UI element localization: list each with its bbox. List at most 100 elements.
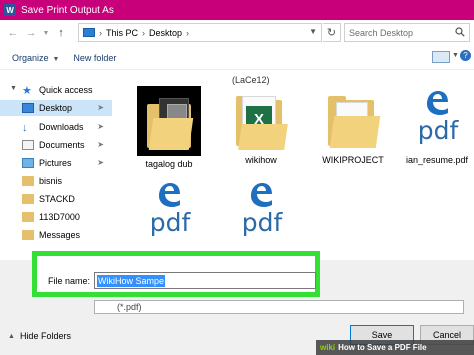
- search-icon: [455, 27, 465, 37]
- folder-icon: [22, 194, 34, 204]
- sidebar-item-pictures[interactable]: Pictures ➤: [0, 155, 112, 171]
- change-view-icon[interactable]: [432, 51, 450, 63]
- sidebar-item-113d7000[interactable]: 113D7000: [0, 209, 112, 225]
- sidebar-item-downloads[interactable]: ↓ Downloads ➤: [0, 119, 112, 135]
- chevron-down-icon[interactable]: ▼: [452, 52, 459, 59]
- file-label: WIKIPROJECT: [322, 155, 384, 165]
- arrow-up-icon: ↑: [58, 27, 64, 39]
- wikihow-logo: wiki: [320, 343, 336, 352]
- edge-logo-icon: [159, 183, 180, 207]
- chevron-up-icon: ▲: [8, 332, 15, 340]
- sidebar-item-label: Quick access: [39, 85, 93, 95]
- sidebar-item-label: 113D7000: [39, 212, 80, 222]
- recent-locations-button[interactable]: ▼: [42, 24, 50, 42]
- chevron-down-icon: ▼: [50, 55, 60, 63]
- sidebar-item-stackd[interactable]: STACKD: [0, 191, 112, 207]
- file-label: ian_resume.pdf: [405, 155, 469, 165]
- folder-thumbnail-icon: [137, 86, 201, 156]
- organize-button[interactable]: Organize ▼: [12, 53, 59, 63]
- sidebar-item-label: bisnis: [39, 176, 63, 186]
- pin-icon: ➤: [97, 140, 104, 149]
- edge-logo-icon: [427, 91, 448, 115]
- chevron-down-icon: ▼: [42, 29, 50, 37]
- sidebar-item-label: Documents: [39, 140, 85, 150]
- address-bar: ← → ▼ ↑ › This PC › Desktop › ▼ ↻ Search…: [0, 20, 474, 46]
- pdf-icon: pdf: [230, 178, 292, 244]
- sidebar-item-label: Downloads: [39, 122, 84, 132]
- pdf-icon: pdf: [406, 86, 468, 152]
- sidebar-item-quick-access[interactable]: ▼ ★ Quick access: [0, 82, 112, 98]
- hide-folders-button[interactable]: ▲ Hide Folders: [8, 331, 71, 341]
- navigation-pane: ▼ ★ Quick access Desktop ➤ ↓ Downloads ➤…: [0, 72, 112, 260]
- chevron-right-icon: ›: [99, 27, 102, 38]
- folder-front: [329, 116, 381, 148]
- wikihow-watermark: wiki How to Save a PDF File: [316, 340, 474, 355]
- folder-front: [148, 118, 194, 150]
- file-item-wikihow[interactable]: X wikihow: [220, 86, 302, 176]
- forward-button[interactable]: →: [24, 24, 38, 42]
- file-item-tagalog-dub[interactable]: tagalog dub: [128, 86, 210, 176]
- save-dialog: W Save Print Output As ← → ▼ ↑ › This PC…: [0, 0, 474, 355]
- refresh-button[interactable]: ↻: [323, 23, 341, 42]
- save-type-value: (*.pdf): [117, 302, 142, 312]
- file-name-value: WikiHow Sampe: [97, 274, 166, 287]
- chevron-down-icon[interactable]: ▼: [309, 27, 317, 36]
- file-list: (LaCe12) tagalog dub X wikihow WIKIPROJE…: [112, 72, 474, 260]
- folder-icon: [22, 212, 34, 222]
- pin-icon: ➤: [97, 158, 104, 167]
- organize-label: Organize: [12, 52, 49, 63]
- file-item-wikiproject[interactable]: WIKIPROJECT: [312, 86, 394, 176]
- sidebar-item-documents[interactable]: Documents ➤: [0, 137, 112, 153]
- pdf-icon: pdf: [138, 178, 200, 244]
- new-folder-button[interactable]: New folder: [73, 53, 116, 63]
- file-name-label: File name:: [48, 276, 91, 286]
- sidebar-item-messages[interactable]: Messages: [0, 227, 112, 243]
- chevron-down-icon[interactable]: ▼: [10, 85, 17, 92]
- breadcrumb-desktop[interactable]: Desktop: [149, 28, 182, 38]
- back-button[interactable]: ←: [6, 24, 20, 42]
- pdf-text: pdf: [241, 208, 283, 237]
- pictures-icon: [22, 158, 34, 168]
- title-bar: W Save Print Output As: [0, 0, 474, 20]
- documents-icon: [22, 140, 34, 150]
- folder-front: [238, 124, 288, 150]
- file-label: tagalog dub: [145, 159, 193, 169]
- file-item-ian-resume[interactable]: pdf ian_resume.pdf: [396, 86, 474, 176]
- this-pc-icon: [83, 28, 95, 37]
- search-input[interactable]: Search Desktop: [344, 23, 470, 42]
- pdf-text: pdf: [149, 208, 191, 237]
- arrow-left-icon: ←: [7, 27, 19, 39]
- sidebar-item-label: STACKD: [39, 194, 75, 204]
- refresh-icon: ↻: [326, 27, 337, 39]
- help-icon[interactable]: ?: [460, 50, 471, 61]
- pin-icon: ➤: [97, 122, 104, 131]
- folder-icon: [22, 176, 34, 186]
- file-name-input[interactable]: WikiHow Sampe: [94, 272, 316, 289]
- file-label: wikihow: [245, 155, 277, 165]
- arrow-right-icon: →: [25, 27, 37, 39]
- sidebar-item-label: Desktop: [39, 103, 73, 113]
- pdf-text: pdf: [417, 116, 459, 145]
- command-bar: Organize ▼ New folder ▼ ?: [0, 46, 474, 70]
- pin-icon: ➤: [97, 103, 104, 112]
- group-header: (LaCe12): [232, 75, 270, 85]
- search-placeholder: Search Desktop: [349, 27, 414, 38]
- sidebar-item-desktop[interactable]: Desktop ➤: [0, 100, 112, 116]
- folder-icon: [22, 230, 34, 240]
- window-title: Save Print Output As: [21, 4, 114, 16]
- up-button[interactable]: ↑: [54, 24, 68, 42]
- edge-logo-icon: [251, 183, 272, 207]
- sidebar-item-label: Pictures: [39, 158, 72, 168]
- address-field[interactable]: › This PC › Desktop › ▼: [78, 23, 322, 42]
- download-icon: ↓: [22, 122, 28, 134]
- watermark-text: How to Save a PDF File: [338, 343, 427, 352]
- sidebar-item-bisnis[interactable]: bisnis: [0, 173, 112, 189]
- desktop-icon: [22, 103, 34, 113]
- word-app-icon: W: [4, 4, 16, 16]
- breadcrumb-this-pc[interactable]: This PC: [106, 28, 138, 38]
- sidebar-item-label: Messages: [39, 230, 81, 240]
- star-icon: ★: [22, 84, 32, 97]
- save-as-type-select[interactable]: (*.pdf): [94, 300, 464, 314]
- hide-folders-label: Hide Folders: [19, 331, 71, 341]
- chevron-right-icon: ›: [186, 27, 190, 38]
